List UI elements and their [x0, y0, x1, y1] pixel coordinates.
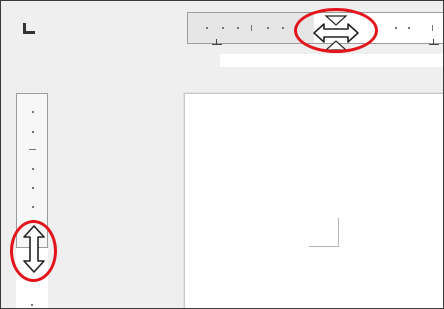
ruler-tick	[237, 27, 239, 29]
tab-stop-marker[interactable]	[429, 39, 439, 45]
ruler-tick	[222, 27, 224, 29]
ruler-tick	[282, 27, 284, 29]
ruler-tick	[408, 27, 410, 29]
vertical-ruler-highlight	[10, 220, 57, 282]
ruler-tick	[432, 25, 433, 31]
ruler-tick	[32, 187, 34, 189]
ruler-gap	[220, 54, 443, 67]
tab-selector-icon[interactable]	[23, 23, 35, 34]
document-workspace	[0, 0, 444, 309]
ruler-tick	[32, 111, 34, 113]
tab-stop-marker[interactable]	[212, 39, 222, 45]
text-boundary-corner	[309, 218, 339, 247]
ruler-tick	[32, 168, 34, 170]
document-page[interactable]	[184, 93, 443, 308]
ruler-tick	[395, 27, 397, 29]
ruler-tick	[32, 131, 34, 133]
ruler-tick	[32, 206, 34, 208]
ruler-tick	[206, 27, 208, 29]
horizontal-ruler-highlight	[294, 8, 378, 53]
ruler-tick	[29, 149, 36, 150]
ruler-tick	[31, 304, 33, 306]
ruler-tick	[251, 25, 252, 31]
ruler-tick	[267, 27, 269, 29]
